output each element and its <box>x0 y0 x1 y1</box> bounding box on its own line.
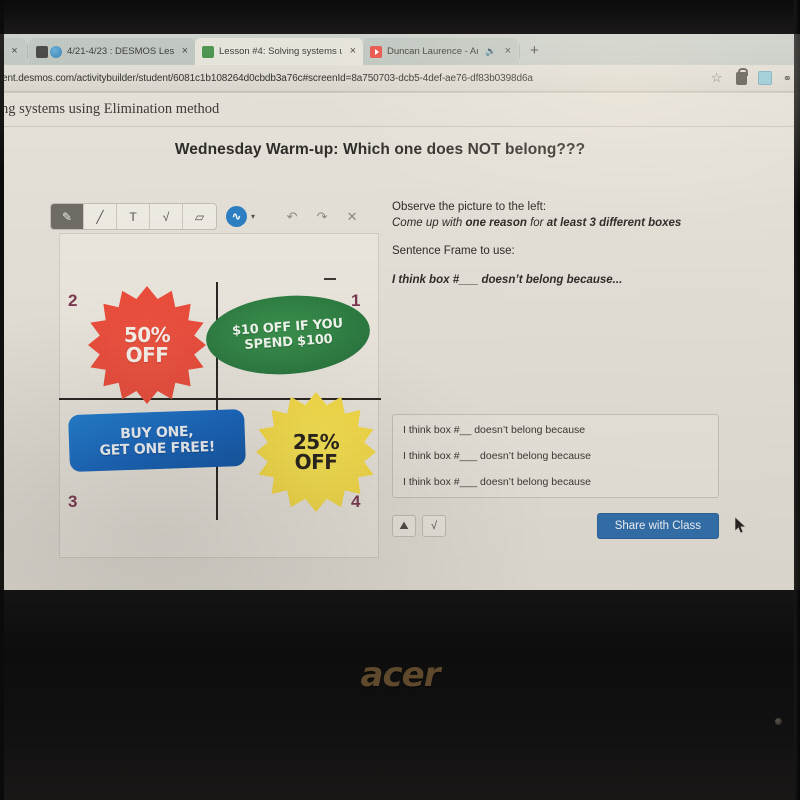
lesson-title: ng systems using Elimination method <box>1 101 220 117</box>
prompt-line-2: Come up with one reason for at least 3 d… <box>392 216 722 232</box>
indicator-led <box>775 718 782 725</box>
prompt-line-2-part-d: at least 3 different boxes <box>546 216 682 229</box>
document-icon <box>36 45 48 58</box>
insert-math-icon[interactable]: √ <box>422 515 446 537</box>
bookmark-star-icon[interactable]: ☆ <box>711 71 725 85</box>
tick-mark <box>324 278 336 280</box>
color-picker-icon[interactable]: ∿ <box>226 206 247 227</box>
banner-label-line2: GET ONE FREE! <box>99 438 216 459</box>
new-tab-button[interactable]: + <box>521 38 548 65</box>
banner-label: BUY ONE, GET ONE FREE! <box>99 422 216 459</box>
extension-icon[interactable] <box>757 71 772 85</box>
youtube-icon <box>370 45 382 58</box>
laptop-bezel-bottom <box>0 590 800 800</box>
browser-tab-youtube[interactable]: Duncan Laurence - Arcade ( 🔊 × <box>363 38 518 65</box>
browser-tab-label: Lesson #4: Solving systems usi <box>219 46 342 57</box>
acer-brand-logo: acer <box>360 655 441 695</box>
close-icon[interactable]: × <box>182 46 188 57</box>
prompt-line-3: Sentence Frame to use: <box>392 245 515 257</box>
laptop-screen: × 4/21-4/23 : DESMOS Lesson × Lesson #4:… <box>0 34 800 590</box>
desmos-icon <box>202 45 214 58</box>
prompt-spacer <box>392 260 722 273</box>
lock-badge-icon[interactable] <box>735 68 749 85</box>
quadrant-number-3: 3 <box>68 492 78 511</box>
eraser-tool-icon[interactable]: ▱ <box>183 204 216 229</box>
burst-label: 50% OFF <box>123 323 171 367</box>
fifty-percent-off-burst: 50% OFF <box>88 286 206 404</box>
burst-label-line2: OFF <box>294 450 338 474</box>
profile-icon[interactable]: ⚭ <box>783 72 792 85</box>
answer-toolbar: ⛰ √ Share with Class <box>392 511 719 541</box>
burst-label-line2: OFF <box>125 343 169 367</box>
globe-icon <box>50 45 62 58</box>
ten-dollars-off-oval: $10 OFF IF YOU SPEND $100 <box>203 290 373 380</box>
tab-divider <box>519 44 520 59</box>
mute-icon[interactable]: 🔊 <box>485 46 496 57</box>
sketch-canvas[interactable]: 2 1 3 4 50% OFF $10 OFF IF YOU SPEND $10… <box>59 233 381 558</box>
close-sketch-icon[interactable]: ✕ <box>337 205 367 229</box>
activity-content: Wednesday Warm-up: Which one does NOT be… <box>0 127 800 590</box>
close-icon[interactable]: × <box>505 46 511 57</box>
share-with-class-button[interactable]: Share with Class <box>596 513 719 539</box>
photo-of-laptop-screen: × 4/21-4/23 : DESMOS Lesson × Lesson #4:… <box>0 0 800 800</box>
oval-label: $10 OFF IF YOU SPEND $100 <box>232 316 345 354</box>
prompt-line-2-part-a: Come up with <box>392 216 466 229</box>
burst-label: 25% OFF <box>292 430 340 474</box>
math-tool-icon[interactable]: √ <box>150 204 183 229</box>
pencil-tool-icon[interactable]: ✎ <box>51 204 84 229</box>
close-icon[interactable]: × <box>11 46 17 57</box>
browser-tab-desmos-lesson[interactable]: 4/21-4/23 : DESMOS Lesson × <box>29 38 195 65</box>
burst-label-line1: 25% <box>292 430 340 454</box>
laptop-bezel-right <box>794 0 800 800</box>
buy-one-get-one-banner: BUY ONE, GET ONE FREE! <box>68 408 246 473</box>
line-tool-icon[interactable]: ╱ <box>84 204 117 229</box>
browser-tab-strip: × 4/21-4/23 : DESMOS Lesson × Lesson #4:… <box>0 34 800 65</box>
prompt-line-1: Observe the picture to the left: <box>392 201 547 213</box>
text-tool-icon[interactable]: T <box>117 204 150 229</box>
browser-tab-label: Duncan Laurence - Arcade ( <box>387 46 479 57</box>
laptop-bezel-left <box>0 0 4 800</box>
warmup-title: Wednesday Warm-up: Which one does NOT be… <box>174 141 586 158</box>
activity-header-bar: ng systems using Elimination method <box>0 93 800 127</box>
quadrant-number-4: 4 <box>351 492 361 511</box>
tool-group: ✎ ╱ T √ ▱ <box>50 203 217 230</box>
burst-label-line1: 50% <box>123 323 171 347</box>
chevron-down-icon[interactable]: ▾ <box>251 212 255 221</box>
tab-divider <box>27 44 28 59</box>
horizontal-axis-line <box>59 398 381 400</box>
browser-tab-lesson-4[interactable]: Lesson #4: Solving systems usi × <box>195 38 363 65</box>
sketch-toolbar: ✎ ╱ T √ ▱ ∿ ▾ ↶ ↷ ✕ <box>50 203 367 230</box>
undo-icon[interactable]: ↶ <box>277 205 307 229</box>
prompt-line-2-part-c: for <box>526 216 547 229</box>
quadrant-number-2: 2 <box>68 291 78 310</box>
answer-input[interactable]: I think box #__ doesn’t belong because I… <box>392 414 719 498</box>
answer-line: I think box #___ doesn’t belong because <box>403 476 591 488</box>
close-icon[interactable]: × <box>350 46 356 57</box>
prompt-spacer <box>392 231 722 244</box>
insert-image-icon[interactable]: ⛰ <box>392 515 416 537</box>
redo-icon[interactable]: ↷ <box>307 205 337 229</box>
browser-tab-label: 4/21-4/23 : DESMOS Lesson <box>67 46 174 57</box>
prompt-line-4: I think box #___ doesn’t belong because.… <box>392 273 623 286</box>
prompt-line-2-part-b: one reason <box>465 216 527 229</box>
laptop-bezel-top <box>0 0 800 34</box>
answer-line: I think box #___ doesn’t belong because <box>403 450 591 462</box>
answer-line: I think box #__ doesn’t belong because <box>403 424 586 436</box>
omnibox-icon-group: ☆ ⚭ <box>711 68 800 85</box>
prompt-text: Observe the picture to the left: Come up… <box>392 200 722 288</box>
url-input[interactable]: ent.desmos.com/activitybuilder/student/6… <box>0 73 711 84</box>
browser-address-bar: ent.desmos.com/activitybuilder/student/6… <box>0 65 800 91</box>
